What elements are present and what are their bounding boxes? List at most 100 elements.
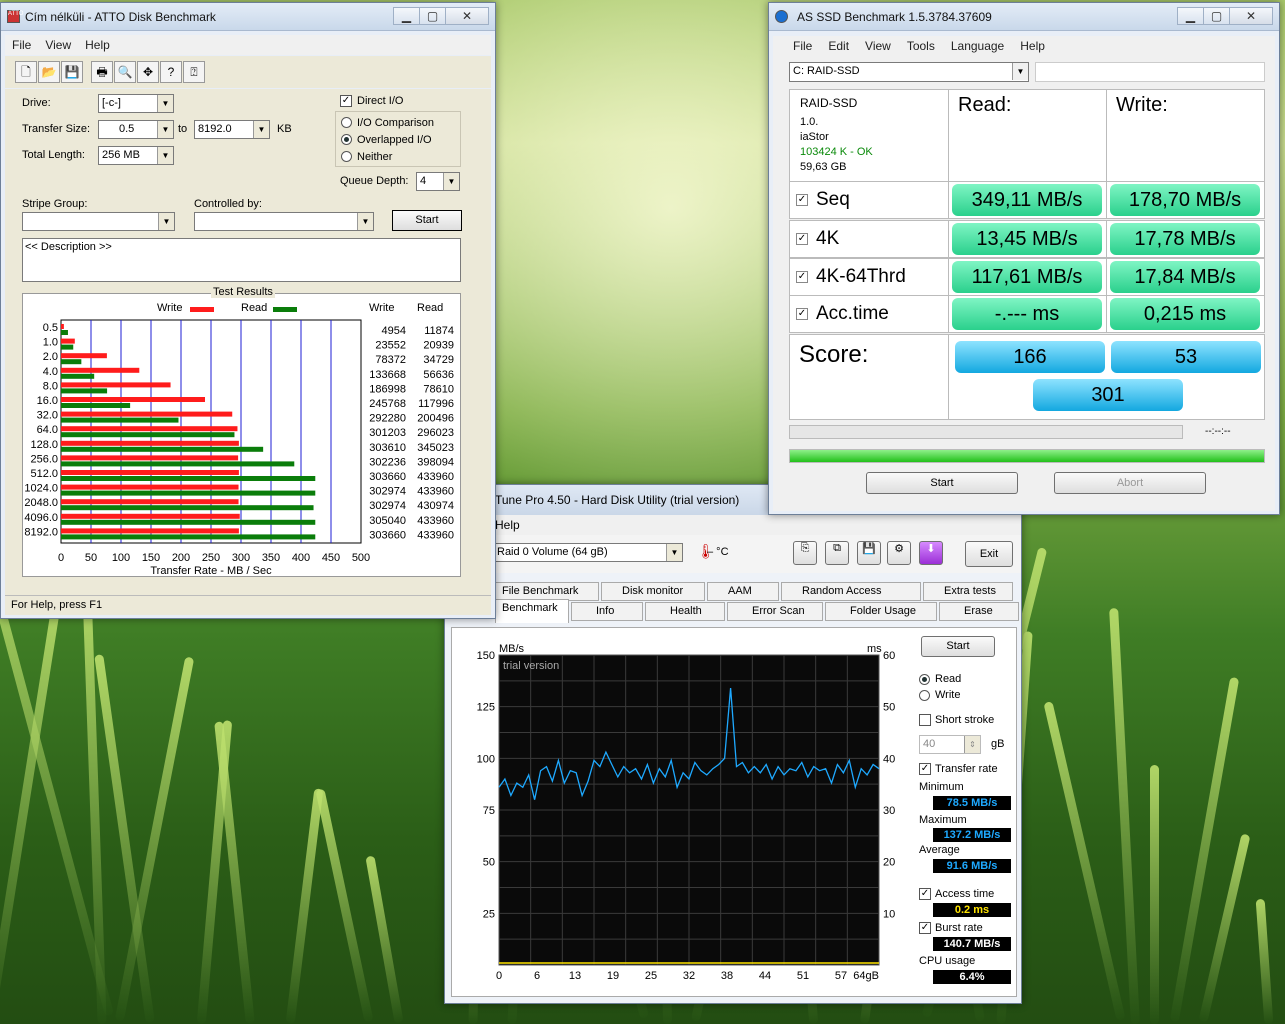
short-stroke-checkbox[interactable] bbox=[919, 714, 931, 726]
menu-tools[interactable]: Tools bbox=[899, 39, 943, 53]
tab-bottom[interactable]: Error Scan bbox=[727, 602, 823, 621]
drive-select[interactable]: Raid 0 Volume (64 gB) ▼ bbox=[493, 543, 683, 562]
total-length-select[interactable]: 256 MB ▼ bbox=[98, 146, 174, 165]
burst-rate-checkbox[interactable]: ✓ bbox=[919, 922, 931, 934]
hdtune-title: Tune Pro 4.50 - Hard Disk Utility (trial… bbox=[495, 493, 740, 507]
io-comparison-radio[interactable] bbox=[341, 117, 352, 128]
help-icon[interactable]: ? bbox=[160, 61, 182, 83]
tab-bottom[interactable]: Info bbox=[571, 602, 643, 621]
maximize-icon[interactable]: ▢ bbox=[419, 7, 446, 25]
menu-help[interactable]: Help bbox=[78, 38, 117, 52]
menu-language[interactable]: Language bbox=[943, 39, 1012, 53]
minimize-icon[interactable]: ▁ bbox=[1177, 7, 1204, 25]
tab-bottom[interactable]: Health bbox=[645, 602, 725, 621]
asssd-app-icon bbox=[775, 10, 788, 23]
benchmark-start-button[interactable]: Start bbox=[921, 636, 995, 657]
write-bar bbox=[61, 382, 171, 388]
tab-bottom[interactable]: Erase bbox=[939, 602, 1019, 621]
total-length-label: Total Length: bbox=[22, 149, 85, 161]
grass-blade bbox=[1150, 765, 1159, 1024]
asssd-abort-button[interactable]: Abort bbox=[1054, 472, 1206, 494]
write-radio[interactable] bbox=[919, 690, 930, 701]
info-name: RAID-SSD bbox=[800, 96, 858, 110]
access-time-checkbox[interactable]: ✓ bbox=[919, 888, 931, 900]
download-icon[interactable]: ⬇ bbox=[919, 541, 943, 565]
row-checkbox[interactable]: ✓ bbox=[796, 194, 808, 206]
menu-help[interactable]: Help bbox=[495, 518, 520, 532]
tab-top[interactable]: Random Access bbox=[781, 582, 921, 601]
write-header-cell: Write: bbox=[1106, 89, 1265, 183]
y-tick-left: 100 bbox=[477, 753, 495, 765]
row-checkbox[interactable]: ✓ bbox=[796, 271, 808, 283]
y-tick-label: 8.0 bbox=[43, 380, 58, 392]
stroke-spinner[interactable]: 40 ⇕ bbox=[919, 735, 981, 754]
controlled-by-select[interactable]: ▼ bbox=[194, 212, 374, 231]
copy-icon[interactable]: ⎘ bbox=[793, 541, 817, 565]
overlapped-io-radio[interactable] bbox=[341, 134, 352, 145]
description-field[interactable]: << Description >> bbox=[22, 238, 461, 282]
asssd-window[interactable]: AS SSD Benchmark 1.5.3784.37609 ▁ ▢ ✕ File… bbox=[768, 2, 1280, 515]
queue-depth-label: Queue Depth: bbox=[340, 175, 409, 187]
menu-edit[interactable]: Edit bbox=[820, 39, 857, 53]
blank-field[interactable] bbox=[1035, 62, 1265, 82]
maximum-label: Maximum bbox=[919, 814, 967, 826]
open-folder-icon[interactable]: 📂 bbox=[38, 61, 60, 83]
row-read-value: -.--- ms bbox=[952, 298, 1102, 330]
asssd-start-button[interactable]: Start bbox=[866, 472, 1018, 494]
tab-top[interactable]: Extra tests bbox=[923, 582, 1013, 601]
print-preview-icon[interactable]: 🔍 bbox=[114, 61, 136, 83]
read-radio[interactable] bbox=[919, 674, 930, 685]
menu-view[interactable]: View bbox=[38, 38, 78, 52]
atto-window[interactable]: ATTO Cím nélküli - ATTO Disk Benchmark ▁… bbox=[0, 2, 496, 619]
close-icon[interactable]: ✕ bbox=[1229, 7, 1273, 25]
row-checkbox[interactable]: ✓ bbox=[796, 233, 808, 245]
row-label: Acc.time bbox=[816, 303, 889, 324]
total-length-value: 256 MB bbox=[102, 149, 140, 161]
context-help-icon[interactable]: ⍰ bbox=[183, 61, 205, 83]
menu-view[interactable]: View bbox=[857, 39, 899, 53]
x-tick-label: 64gB bbox=[853, 970, 879, 982]
transfer-rate-checkbox[interactable]: ✓ bbox=[919, 763, 931, 775]
drive-value: [-c-] bbox=[102, 97, 121, 109]
write-value: 133668 bbox=[369, 369, 406, 381]
save-icon[interactable]: 💾 bbox=[61, 61, 83, 83]
asssd-titlebar[interactable]: AS SSD Benchmark 1.5.3784.37609 ▁ ▢ ✕ bbox=[769, 3, 1279, 31]
write-value: 4954 bbox=[382, 325, 406, 337]
write-value: 302974 bbox=[369, 500, 406, 512]
transfer-to-select[interactable]: 8192.0 ▼ bbox=[194, 120, 270, 139]
drive-select[interactable]: [-c-] ▼ bbox=[98, 94, 174, 113]
menu-help[interactable]: Help bbox=[1012, 39, 1053, 53]
tab-top[interactable]: Disk monitor bbox=[601, 582, 705, 601]
atto-titlebar[interactable]: ATTO Cím nélküli - ATTO Disk Benchmark ▁… bbox=[1, 3, 495, 31]
drive-select[interactable]: C: RAID-SSD ▼ bbox=[789, 62, 1029, 82]
row-checkbox[interactable]: ✓ bbox=[796, 308, 808, 320]
tab-bottom[interactable]: Folder Usage bbox=[825, 602, 937, 621]
read-bar bbox=[61, 417, 179, 423]
stripe-group-select[interactable]: ▼ bbox=[22, 212, 175, 231]
save-icon[interactable]: 💾 bbox=[857, 541, 881, 565]
print-icon[interactable]: 🖶 bbox=[91, 61, 113, 83]
new-file-icon[interactable]: 🗋 bbox=[15, 61, 37, 83]
direct-io-checkbox[interactable]: ✓ bbox=[340, 95, 352, 107]
queue-depth-select[interactable]: 4 ▼ bbox=[416, 172, 460, 191]
copy-all-icon[interactable]: ⧉ bbox=[825, 541, 849, 565]
tab-bottom[interactable]: Benchmark bbox=[495, 599, 569, 623]
legend-read: Read bbox=[241, 302, 268, 314]
read-bar bbox=[61, 359, 82, 365]
neither-radio[interactable] bbox=[341, 151, 352, 162]
x-tick-label: 100 bbox=[112, 552, 130, 564]
read-value: 433960 bbox=[417, 529, 454, 541]
transfer-from-select[interactable]: 0.5 ▼ bbox=[98, 120, 174, 139]
close-icon[interactable]: ✕ bbox=[445, 7, 489, 25]
menu-file[interactable]: File bbox=[5, 38, 38, 52]
maximize-icon[interactable]: ▢ bbox=[1203, 7, 1230, 25]
menu-file[interactable]: File bbox=[773, 39, 820, 53]
options-icon[interactable]: ⚙ bbox=[887, 541, 911, 565]
hdtune-window[interactable]: Tune Pro 4.50 - Hard Disk Utility (trial… bbox=[444, 484, 1022, 1004]
exit-button[interactable]: Exit bbox=[965, 541, 1013, 567]
atto-start-button[interactable]: Start bbox=[392, 210, 462, 231]
tab-top[interactable]: AAM bbox=[707, 582, 779, 601]
row-write-value: 0,215 ms bbox=[1110, 298, 1260, 330]
minimize-icon[interactable]: ▁ bbox=[393, 7, 420, 25]
move-icon[interactable]: ✥ bbox=[137, 61, 159, 83]
